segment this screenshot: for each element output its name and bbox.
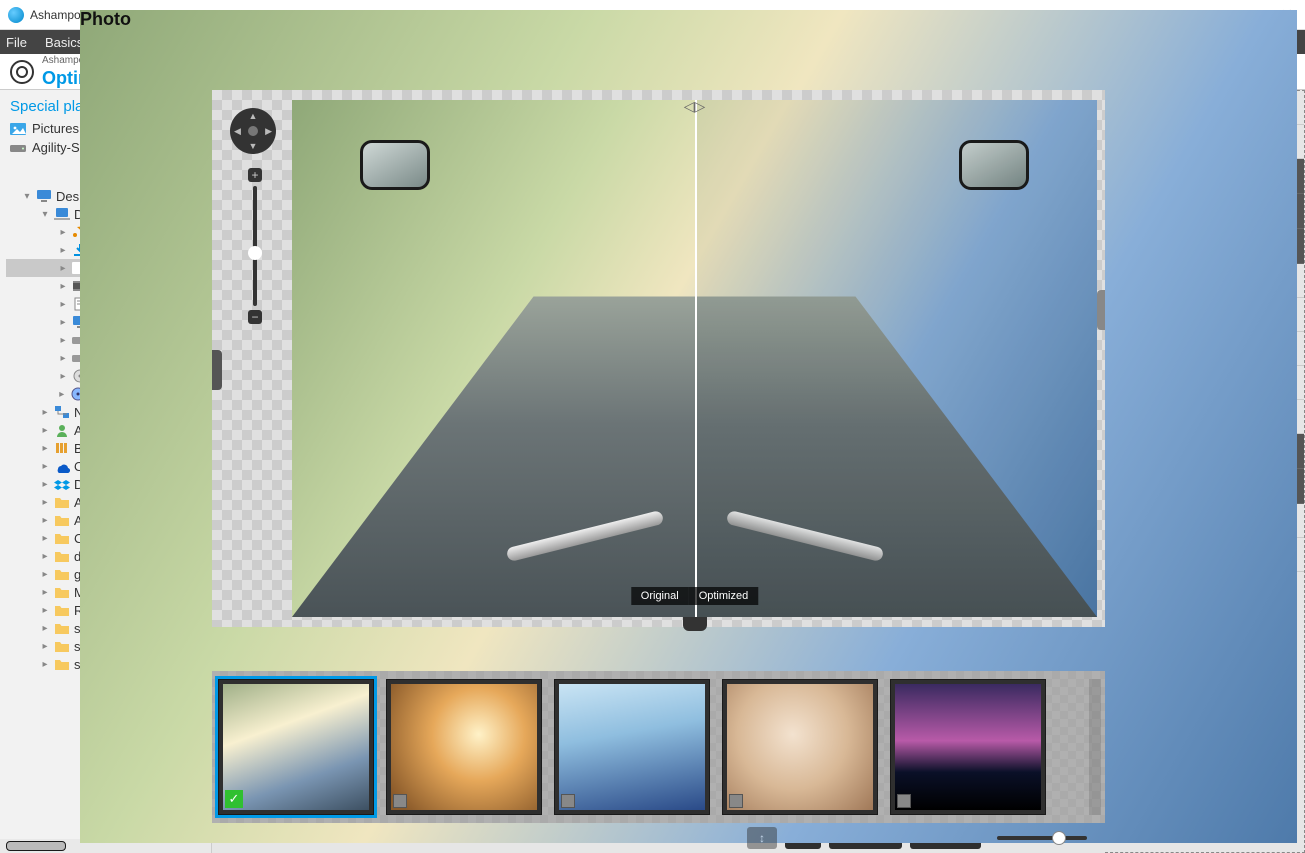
lib-icon xyxy=(54,441,70,455)
expand-arrow-icon[interactable]: ▸ xyxy=(58,353,68,364)
folder-icon xyxy=(54,657,70,671)
folder-icon xyxy=(54,549,70,563)
folder-icon xyxy=(54,603,70,617)
onedrive-icon xyxy=(54,459,70,473)
compare-label-optimized: Optimized xyxy=(689,587,759,605)
checkbox[interactable] xyxy=(561,794,575,808)
checkbox[interactable] xyxy=(897,794,911,808)
menu-file[interactable]: File xyxy=(6,35,27,50)
expand-arrow-icon[interactable]: ▸ xyxy=(40,569,50,580)
expand-arrow-icon[interactable]: ▸ xyxy=(58,317,68,328)
expand-arrow-icon[interactable]: ▸ xyxy=(40,443,50,454)
thumbnail[interactable] xyxy=(386,679,542,815)
image-viewport[interactable]: ◁▷ Original Optimized ▲▼◀▶ + − xyxy=(212,90,1105,627)
expand-arrow-icon[interactable]: ▸ xyxy=(40,515,50,526)
expand-arrow-icon[interactable]: ▸ xyxy=(40,461,50,472)
compare-handle-top[interactable]: ◁▷ xyxy=(684,98,706,115)
dropbox-icon xyxy=(54,477,70,491)
collapse-sidebar-left-handle[interactable] xyxy=(212,350,222,390)
pictures-icon xyxy=(10,122,26,136)
zoom-in-button[interactable]: + xyxy=(248,168,262,182)
folder-icon xyxy=(54,621,70,635)
preview-image: ◁▷ Original Optimized xyxy=(292,100,1097,617)
pan-control[interactable]: ▲▼◀▶ xyxy=(230,108,276,154)
thumbnail[interactable] xyxy=(554,679,710,815)
pc-icon xyxy=(54,207,70,221)
compare-label-original: Original xyxy=(631,587,689,605)
expand-arrow-icon[interactable]: ▸ xyxy=(58,227,68,238)
compare-handle-bottom[interactable] xyxy=(683,617,707,631)
expand-arrow-icon[interactable]: ▸ xyxy=(40,497,50,508)
thumbnail-size-slider[interactable] xyxy=(997,836,1087,840)
compare-labels: Original Optimized xyxy=(631,587,758,605)
sort-vertical-button: ↕ xyxy=(747,827,777,849)
compare-divider[interactable] xyxy=(695,100,697,617)
expand-arrow-icon[interactable]: ▸ xyxy=(58,389,66,400)
expand-arrow-icon[interactable]: ▸ xyxy=(58,263,68,274)
folder-icon xyxy=(54,531,70,545)
expand-arrow-icon[interactable]: ▸ xyxy=(40,623,50,634)
expand-arrow-icon[interactable]: ▸ xyxy=(40,641,50,652)
collapse-sidebar-right-handle[interactable] xyxy=(1097,290,1105,330)
expand-arrow-icon[interactable]: ▸ xyxy=(40,551,50,562)
folder-icon xyxy=(54,585,70,599)
expand-arrow-icon[interactable]: ▸ xyxy=(58,281,68,292)
brand-logo-icon xyxy=(10,60,34,84)
expand-arrow-icon[interactable]: ▸ xyxy=(40,587,50,598)
folder-icon xyxy=(54,495,70,509)
expand-arrow-icon[interactable]: ▸ xyxy=(40,407,50,418)
checkbox[interactable] xyxy=(729,794,743,808)
expand-arrow-icon[interactable]: ▸ xyxy=(40,425,50,436)
brand-text: Ashampoo® Photo Optimizer 2016 xyxy=(42,56,183,88)
folder-icon xyxy=(54,567,70,581)
folder-icon xyxy=(54,639,70,653)
menu-basics[interactable]: Basics xyxy=(45,35,83,50)
expand-arrow-icon[interactable]: ▸ xyxy=(40,533,50,544)
folder-icon xyxy=(54,513,70,527)
filmstrip-scrollbar[interactable] xyxy=(1089,679,1101,815)
drive-icon xyxy=(10,141,26,155)
expand-arrow-icon[interactable]: ▸ xyxy=(40,605,50,616)
expand-arrow-icon[interactable]: ▸ xyxy=(58,371,68,382)
brand-row: Ashampoo® Photo Optimizer 2016 xyxy=(0,54,1305,90)
expand-arrow-icon[interactable]: ▸ xyxy=(58,335,68,346)
net-icon xyxy=(54,405,70,419)
place-label: Pictures xyxy=(32,121,79,136)
checkbox[interactable] xyxy=(393,794,407,808)
check-icon: ✓ xyxy=(225,790,243,808)
center-panel: ◁▷ Original Optimized ▲▼◀▶ + − xyxy=(212,90,1105,853)
thumbnail-strip: ✓ xyxy=(212,671,1105,823)
zoom-out-button[interactable]: − xyxy=(248,310,262,324)
app-icon xyxy=(8,7,24,23)
expand-arrow-icon[interactable]: ▸ xyxy=(58,299,68,310)
monitor-icon xyxy=(36,189,52,203)
expand-arrow-icon[interactable]: ▸ xyxy=(40,659,50,670)
zoom-slider-vertical[interactable]: + − xyxy=(248,168,262,324)
expand-arrow-icon[interactable]: ▾ xyxy=(40,209,50,220)
expand-arrow-icon[interactable]: ▸ xyxy=(58,245,68,256)
expand-arrow-icon[interactable]: ▾ xyxy=(22,191,32,202)
thumbnail[interactable] xyxy=(722,679,878,815)
user-icon xyxy=(54,423,70,437)
thumbnail[interactable] xyxy=(890,679,1046,815)
expand-arrow-icon[interactable]: ▸ xyxy=(40,479,50,490)
thumbnail[interactable]: ✓ xyxy=(218,679,374,815)
